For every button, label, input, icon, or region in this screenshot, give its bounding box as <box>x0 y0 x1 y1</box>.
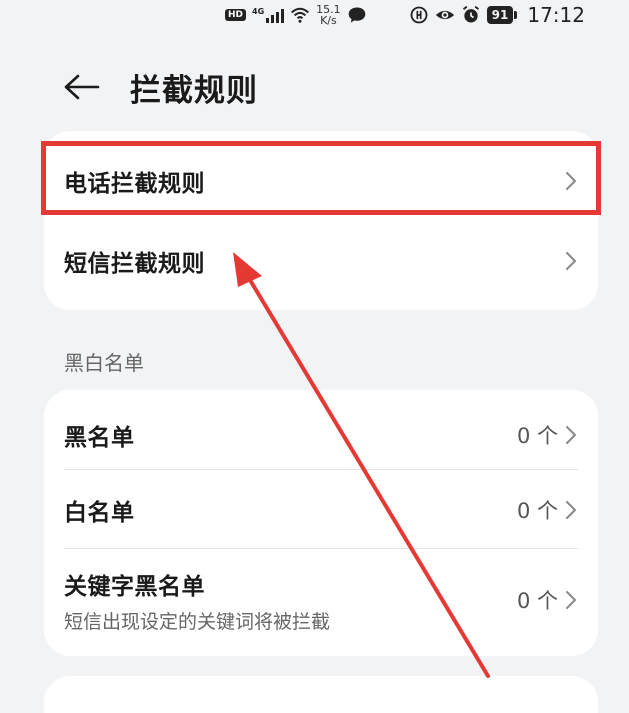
whitelist-count: 0 个 <box>516 499 558 523</box>
status-bar: HD 4G 15.1 K/s 91 17:12 <box>225 0 585 30</box>
keyword-blacklist-count: 0 个 <box>516 589 558 613</box>
cellular-signal-icon: 4G <box>252 7 285 23</box>
alarm-icon <box>462 5 479 23</box>
rules-card: 电话拦截规则 短信拦截规则 <box>44 131 598 310</box>
whitelist-item[interactable]: 白名单 0 个 <box>44 472 598 548</box>
chevron-right-icon <box>566 426 576 444</box>
app-header: 拦截规则 <box>62 62 258 112</box>
page-title: 拦截规则 <box>130 72 258 109</box>
keyword-blacklist-item[interactable]: 关键字黑名单 短信出现设定的关键词将被拦截 0 个 <box>44 550 598 650</box>
sms-block-rules-item[interactable]: 短信拦截规则 <box>44 221 598 301</box>
network-speed-unit: K/s <box>320 14 337 27</box>
chevron-right-icon <box>566 591 576 609</box>
battery-level: 91 <box>486 6 514 24</box>
keyword-blacklist-count-group: 0 个 <box>517 585 578 615</box>
next-card-partial <box>44 676 598 713</box>
blacklist-count: 0 个 <box>516 424 558 448</box>
chevron-right-icon <box>566 252 576 270</box>
clock-time: 17:12 <box>527 3 585 27</box>
battery-icon: 91 <box>486 6 518 24</box>
keyword-blacklist-label: 关键字黑名单 <box>64 573 205 600</box>
keyword-blacklist-subtitle: 短信出现设定的关键词将被拦截 <box>64 610 331 633</box>
eye-comfort-icon <box>435 10 454 20</box>
divider <box>64 548 578 549</box>
chat-bubble-icon <box>348 7 365 23</box>
sms-block-rules-label: 短信拦截规则 <box>64 251 205 277</box>
data-saver-icon <box>410 6 428 24</box>
chevron-right-icon <box>566 501 576 519</box>
keyword-blacklist-text: 关键字黑名单 短信出现设定的关键词将被拦截 <box>64 567 330 634</box>
call-block-rules-item[interactable]: 电话拦截规则 <box>44 141 598 221</box>
blackwhite-list-card: 黑名单 0 个 白名单 0 个 关键字黑名单 短信出现设定的关键词将被拦截 0 … <box>44 390 598 656</box>
whitelist-label: 白名单 <box>64 500 135 526</box>
whitelist-count-group: 0 个 <box>517 495 578 525</box>
blackwhite-section-label: 黑白名单 <box>64 351 144 375</box>
divider <box>64 469 578 470</box>
wifi-icon <box>291 7 310 23</box>
blacklist-count-group: 0 个 <box>517 420 578 450</box>
network-type: 4G <box>252 7 265 16</box>
call-block-rules-label: 电话拦截规则 <box>64 171 205 197</box>
screen: HD 4G 15.1 K/s 91 17:12 拦截规则 电话拦截规则 短信拦截… <box>0 0 629 713</box>
network-speed: 15.1 K/s <box>316 4 341 26</box>
back-arrow-icon[interactable] <box>62 72 100 102</box>
blacklist-item[interactable]: 黑名单 0 个 <box>44 396 598 474</box>
hd-badge: HD <box>225 9 247 21</box>
blacklist-label: 黑名单 <box>64 425 135 451</box>
chevron-right-icon <box>566 172 576 190</box>
